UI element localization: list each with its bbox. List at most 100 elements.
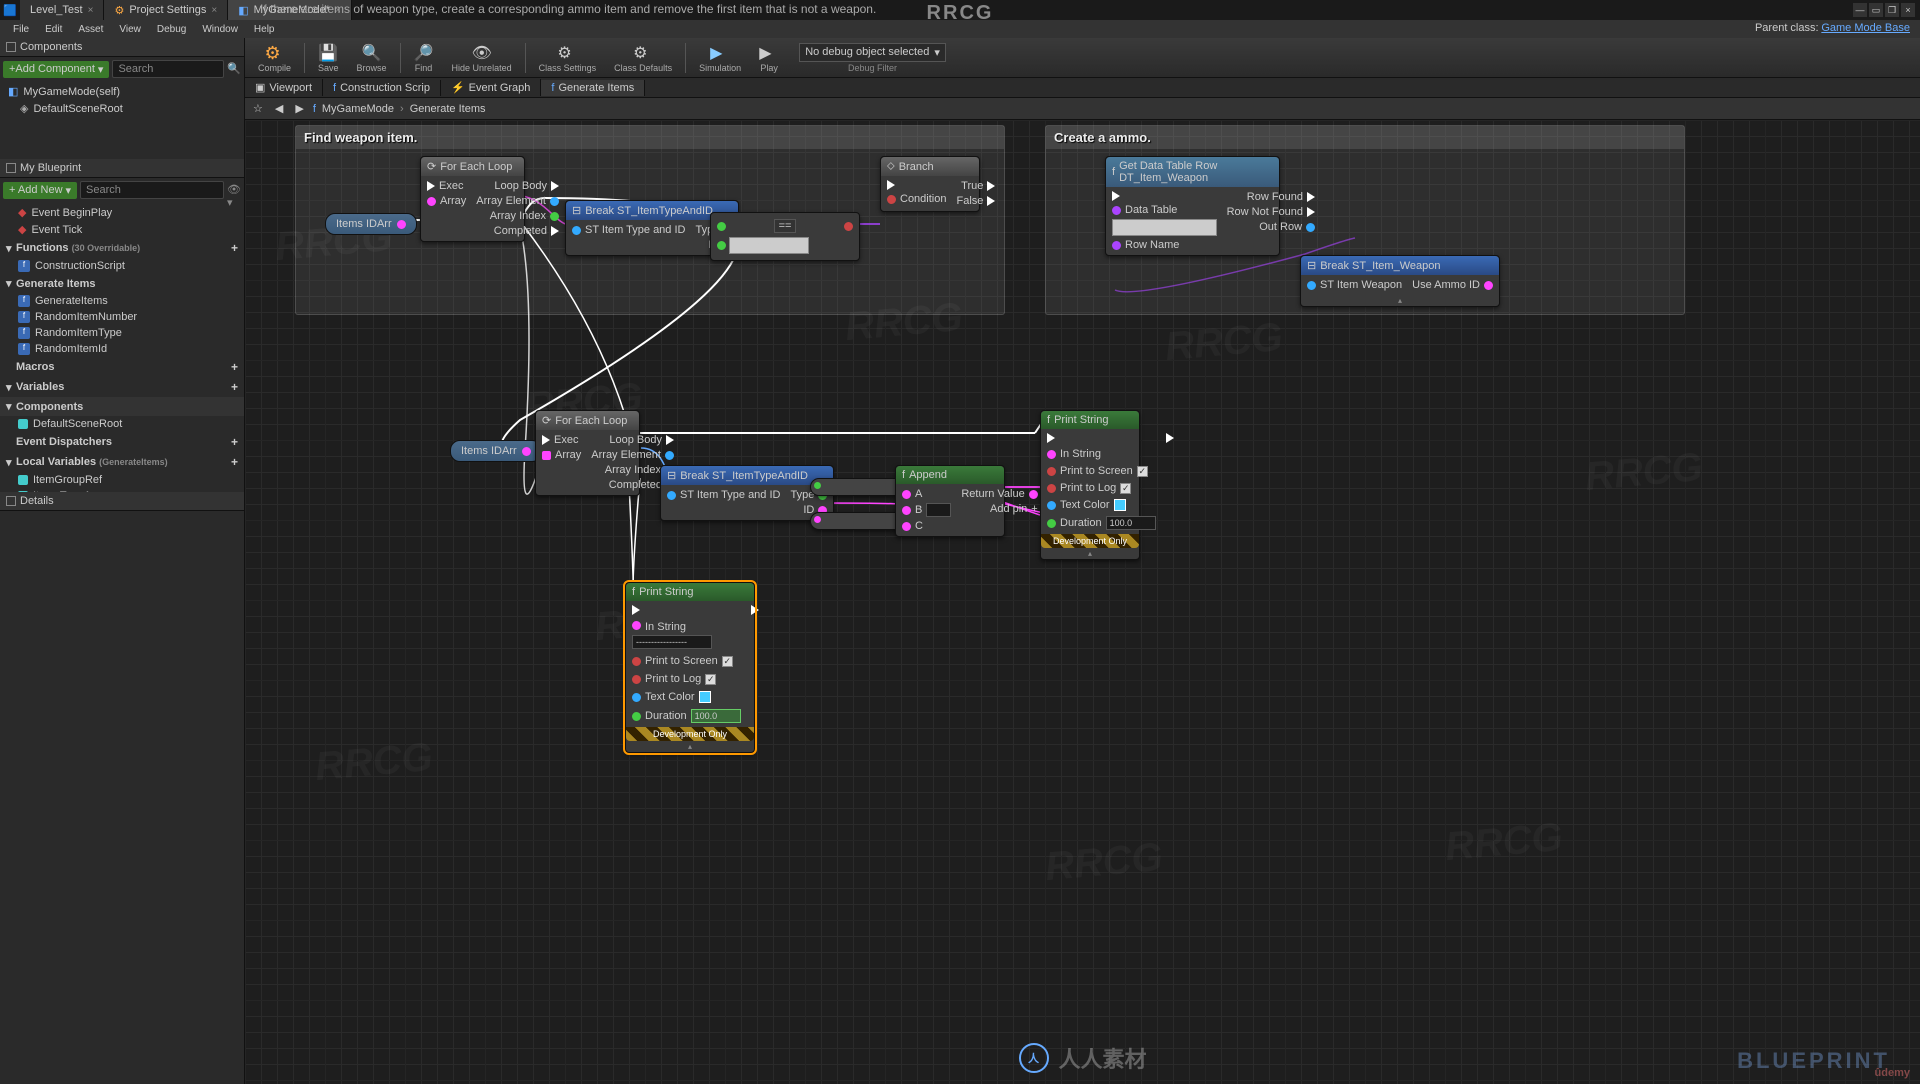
cat-functions[interactable]: ▾Functions (30 Overridable)+ — [0, 238, 244, 258]
cat-macros[interactable]: Macros+ — [0, 357, 244, 377]
add-icon[interactable]: + — [231, 380, 238, 394]
collapse-icon[interactable]: ▴ — [626, 741, 754, 752]
node-foreach-1[interactable]: ⟳For Each Loop Exec Array Loop Body Arra… — [420, 156, 525, 242]
search-icon[interactable]: 🔍 — [227, 62, 241, 76]
fn-randomid[interactable]: fRandomItemId — [0, 341, 244, 357]
node-append[interactable]: fAppend A B C Return Value Add pin+ — [895, 465, 1005, 537]
fn-generateitems[interactable]: fGenerateItems — [0, 293, 244, 309]
browse-button[interactable]: 🔍Browse — [349, 38, 395, 77]
append-b-input[interactable] — [926, 503, 951, 517]
graph-canvas[interactable]: RRCG RRCG RRCG RRCG RRCG RRCG RRCG RRCG … — [245, 120, 1920, 1084]
event-beginplay[interactable]: ◆Event BeginPlay — [0, 204, 244, 221]
maximize-button[interactable]: ▭ — [1869, 3, 1883, 17]
menu-edit[interactable]: Edit — [37, 24, 70, 35]
node-break-item-weapon[interactable]: ⊟Break ST_Item_Weapon ST Item Weapon Use… — [1300, 255, 1500, 307]
compile-button[interactable]: ⚙Compile — [250, 38, 299, 77]
fav-icon[interactable]: ☆ — [250, 102, 266, 115]
node-branch[interactable]: ⬦Branch Condition True False — [880, 156, 980, 212]
node-foreach-2[interactable]: ⟳For Each Loop Exec Array Loop Body Arra… — [535, 410, 640, 496]
eye-icon[interactable]: 👁▾ — [227, 183, 241, 197]
cat-generate-items[interactable]: ▾Generate Items — [0, 274, 244, 293]
tab-project-settings[interactable]: ⚙Project Settings× — [104, 0, 228, 20]
add-icon[interactable]: + — [231, 435, 238, 449]
components-search[interactable]: Search — [112, 60, 224, 78]
class-settings-button[interactable]: ⚙Class Settings — [531, 38, 605, 77]
print-screen-check-2[interactable]: ✓ — [722, 656, 733, 667]
event-tick[interactable]: ◆Event Tick — [0, 221, 244, 238]
fn-construction[interactable]: fConstructionScript — [0, 258, 244, 274]
add-component-button[interactable]: +Add Component▾ — [3, 61, 109, 78]
play-button[interactable]: ▶Play — [751, 38, 787, 77]
simulation-button[interactable]: ▶Simulation — [691, 38, 749, 77]
node-printstring-2[interactable]: fPrint String In String Print to Screen✓… — [625, 582, 755, 753]
forward-button[interactable]: ▶ — [292, 102, 306, 115]
tab-viewport[interactable]: ▣Viewport — [245, 79, 323, 96]
tab-construction[interactable]: fConstruction Scrip — [323, 80, 441, 96]
minimize-button[interactable]: — — [1853, 3, 1867, 17]
node-printstring-1[interactable]: fPrint String In String Print to Screen✓… — [1040, 410, 1140, 560]
close-icon[interactable]: × — [211, 5, 217, 16]
add-icon[interactable]: + — [231, 455, 238, 469]
menu-view[interactable]: View — [111, 24, 149, 35]
add-icon[interactable]: + — [231, 360, 238, 374]
class-defaults-button[interactable]: ⚙Class Defaults — [606, 38, 680, 77]
add-new-button[interactable]: + Add New▾ — [3, 182, 77, 199]
add-pin-icon[interactable]: + — [1031, 503, 1037, 515]
close-button[interactable]: × — [1901, 3, 1915, 17]
node-getdatatablerow[interactable]: fGet Data Table Row DT_Item_Weapon Data … — [1105, 156, 1280, 256]
menu-asset[interactable]: Asset — [70, 24, 111, 35]
print-log-check-2[interactable]: ✓ — [705, 674, 716, 685]
editor-tabs: ▣Viewport fConstruction Scrip ⚡Event Gra… — [245, 78, 1920, 98]
save-button[interactable]: 💾Save — [310, 38, 347, 77]
tab-level[interactable]: Level_Test× — [20, 0, 104, 20]
text-color-swatch[interactable] — [1114, 499, 1126, 511]
duration-input-2[interactable] — [691, 709, 741, 723]
cat-dispatchers[interactable]: Event Dispatchers+ — [0, 432, 244, 452]
parent-class-link[interactable]: Game Mode Base — [1821, 22, 1910, 34]
comment-text: If there are items of weapon type, creat… — [260, 2, 876, 16]
collapse-icon[interactable]: ▴ — [1041, 548, 1139, 559]
cat-variables[interactable]: ▾Variables+ — [0, 377, 244, 397]
var-itemgroupref[interactable]: ItemGroupRef — [0, 472, 244, 488]
breadcrumb-current[interactable]: Generate Items — [410, 103, 486, 115]
weapon-dropdown[interactable]: Weapon▾ — [729, 237, 809, 254]
components-header[interactable]: Components — [0, 38, 244, 57]
app-title: RRCG — [927, 2, 994, 25]
myblueprint-header[interactable]: My Blueprint — [0, 159, 244, 178]
myblueprint-search[interactable]: Search — [80, 181, 224, 199]
node-var-itemsidarr-2[interactable]: Items IDArr — [450, 440, 542, 462]
restore-button[interactable]: ❐ — [1885, 3, 1899, 17]
node-compare-weapon[interactable]: == Weapon▾ — [710, 212, 860, 261]
cat-localvars[interactable]: ▾Local Variables (GenerateItems)+ — [0, 452, 244, 472]
menu-help[interactable]: Help — [246, 24, 283, 35]
menu-file[interactable]: File — [5, 24, 37, 35]
var-defaultsceneroot[interactable]: DefaultSceneRoot — [0, 416, 244, 432]
fn-randomnumber[interactable]: fRandomItemNumber — [0, 309, 244, 325]
breadcrumb-root[interactable]: MyGameMode — [322, 103, 394, 115]
details-header[interactable]: Details — [0, 492, 244, 511]
duration-input[interactable] — [1106, 516, 1156, 530]
close-icon[interactable]: × — [88, 5, 94, 16]
debug-object-select[interactable]: No debug object selected▾ — [799, 43, 946, 62]
component-item-self[interactable]: ◧MyGameMode(self) — [0, 83, 244, 100]
cat-components[interactable]: ▾Components — [0, 397, 244, 416]
add-icon[interactable]: + — [231, 241, 238, 255]
print-screen-check[interactable]: ✓ — [1137, 466, 1148, 477]
tab-generateitems[interactable]: fGenerate Items — [541, 80, 645, 96]
var-itemstypearr[interactable]: ItemsTypeArr — [0, 488, 244, 492]
hide-unrelated-button[interactable]: 👁Hide Unrelated — [444, 38, 520, 77]
fn-randomtype[interactable]: fRandomItemType — [0, 325, 244, 341]
datatable-select[interactable]: DT_Item_Weapon▾ — [1112, 219, 1217, 236]
component-item-root[interactable]: ◈DefaultSceneRoot — [0, 100, 244, 117]
node-var-itemsidarr[interactable]: Items IDArr — [325, 213, 417, 235]
find-button[interactable]: 🔎Find — [406, 38, 442, 77]
menu-window[interactable]: Window — [194, 24, 246, 35]
expand-icon[interactable]: ▴ — [1301, 295, 1499, 306]
tab-eventgraph[interactable]: ⚡Event Graph — [441, 79, 541, 96]
menu-debug[interactable]: Debug — [149, 24, 194, 35]
instring-input[interactable] — [632, 635, 712, 649]
print-log-check[interactable]: ✓ — [1120, 483, 1131, 494]
back-button[interactable]: ◀ — [272, 102, 286, 115]
text-color-swatch-2[interactable] — [699, 691, 711, 703]
node-break-itemtype-2[interactable]: ⊟Break ST_ItemTypeAndID ST Item Type and… — [660, 465, 834, 521]
